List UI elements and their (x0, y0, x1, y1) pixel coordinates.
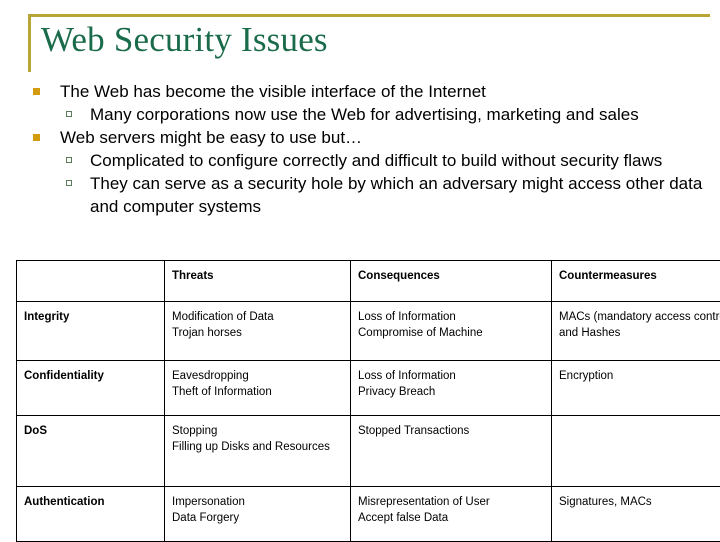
hollow-square-bullet-icon (66, 111, 72, 117)
bullet-text: They can serve as a security hole by whi… (90, 174, 702, 216)
bullet-text: The Web has become the visible interface… (60, 82, 486, 101)
table-cell-threats: Modification of Data Trojan horses (165, 302, 351, 361)
table-cell-category: Integrity (17, 302, 165, 361)
hollow-square-bullet-icon (66, 157, 72, 163)
cell-line: Data Forgery (172, 510, 344, 526)
table-cell-category: Confidentiality (17, 361, 165, 416)
cell-line: Compromise of Machine (358, 325, 545, 341)
bullet-text: Web servers might be easy to use but… (60, 128, 362, 147)
table-header-category (17, 261, 165, 302)
cell-line: Eavesdropping (172, 368, 344, 384)
bullet-item-level1: Web servers might be easy to use but… (22, 126, 712, 149)
table-cell-threats: Stopping Filling up Disks and Resources (165, 416, 351, 487)
cell-line: Privacy Breach (358, 384, 545, 400)
table-row: Confidentiality Eavesdropping Theft of I… (17, 361, 720, 416)
table-cell-consequences: Stopped Transactions (351, 416, 552, 487)
table-cell-countermeasures (552, 416, 720, 487)
table-cell-threats: Impersonation Data Forgery (165, 487, 351, 542)
table-cell-consequences: Loss of Information Privacy Breach (351, 361, 552, 416)
bullet-text: Many corporations now use the Web for ad… (90, 105, 639, 124)
cell-line: Modification of Data (172, 309, 344, 325)
cell-line: Misrepresentation of User (358, 494, 545, 510)
bullet-item-level2: Many corporations now use the Web for ad… (22, 103, 712, 126)
table-cell-category: DoS (17, 416, 165, 487)
cell-line: MACs (mandatory access control) and Hash… (559, 309, 720, 341)
threat-matrix-table: Threats Consequences Countermeasures Int… (16, 260, 720, 542)
bullet-text: Complicated to configure correctly and d… (90, 151, 662, 170)
table-cell-countermeasures: Signatures, MACs (552, 487, 720, 542)
cell-line: Encryption (559, 368, 720, 384)
table-cell-category: Authentication (17, 487, 165, 542)
cell-line: Stopped Transactions (358, 423, 545, 439)
table-row: Integrity Modification of Data Trojan ho… (17, 302, 720, 361)
cell-line: Loss of Information (358, 309, 545, 325)
bullet-list: The Web has become the visible interface… (22, 80, 712, 218)
cell-line: Trojan horses (172, 325, 344, 341)
table-cell-consequences: Loss of Information Compromise of Machin… (351, 302, 552, 361)
hollow-square-bullet-icon (66, 180, 72, 186)
cell-line: Accept false Data (358, 510, 545, 526)
cell-line: Theft of Information (172, 384, 344, 400)
bullet-item-level2: Complicated to configure correctly and d… (22, 149, 712, 172)
square-bullet-icon (33, 134, 40, 141)
table-header-countermeasures: Countermeasures (552, 261, 720, 302)
table-header-row: Threats Consequences Countermeasures (17, 261, 720, 302)
table-header-consequences: Consequences (351, 261, 552, 302)
bullet-item-level2: They can serve as a security hole by whi… (22, 172, 712, 218)
cell-line: Loss of Information (358, 368, 545, 384)
table-cell-threats: Eavesdropping Theft of Information (165, 361, 351, 416)
table-row: Authentication Impersonation Data Forger… (17, 487, 720, 542)
page-title: Web Security Issues (41, 19, 328, 61)
table-header-threats: Threats (165, 261, 351, 302)
title-accent-border: Web Security Issues (28, 14, 710, 72)
cell-line: Stopping (172, 423, 344, 439)
cell-line: Impersonation (172, 494, 344, 510)
table-row: DoS Stopping Filling up Disks and Resour… (17, 416, 720, 487)
cell-line: Signatures, MACs (559, 494, 720, 510)
table-cell-consequences: Misrepresentation of User Accept false D… (351, 487, 552, 542)
cell-line: Filling up Disks and Resources (172, 439, 344, 455)
bullet-item-level1: The Web has become the visible interface… (22, 80, 712, 103)
square-bullet-icon (33, 88, 40, 95)
table-cell-countermeasures: Encryption (552, 361, 720, 416)
table-cell-countermeasures: MACs (mandatory access control) and Hash… (552, 302, 720, 361)
